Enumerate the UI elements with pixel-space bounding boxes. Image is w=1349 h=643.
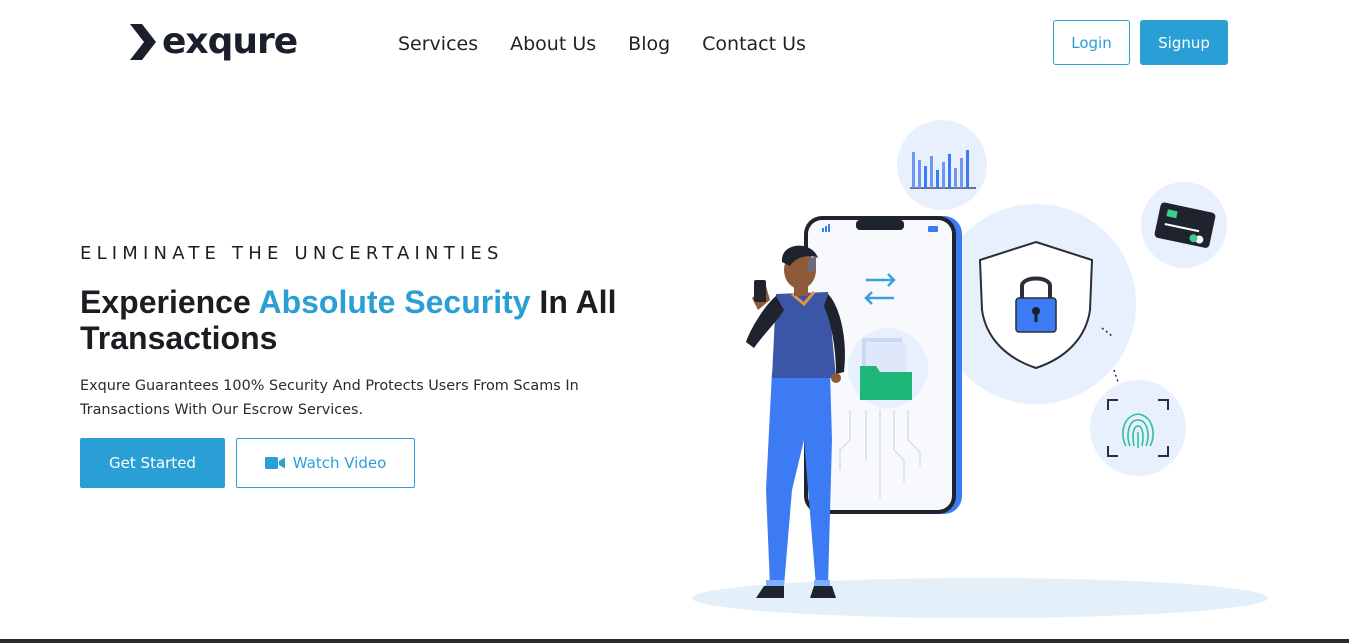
get-started-button[interactable]: Get Started bbox=[80, 438, 225, 488]
chevron-right-icon bbox=[130, 24, 156, 60]
brand-name: exqure bbox=[162, 21, 298, 62]
credit-card-icon bbox=[1141, 182, 1227, 268]
brand-logo[interactable]: exqure bbox=[128, 20, 298, 64]
fingerprint-icon bbox=[1090, 380, 1186, 476]
folder-icon bbox=[860, 338, 912, 400]
security-illustration bbox=[692, 120, 1268, 618]
bar-chart-icon bbox=[897, 120, 987, 210]
watch-video-label: Watch Video bbox=[292, 454, 387, 472]
person-illustration bbox=[746, 245, 846, 598]
nav-item-contact-us[interactable]: Contact Us bbox=[702, 30, 806, 58]
watch-video-button[interactable]: Watch Video bbox=[236, 438, 415, 488]
hero-headline: Experience Absolute Security In All Tran… bbox=[80, 284, 640, 356]
headline-part-1: Experience bbox=[80, 284, 259, 320]
site-header: exqure Services About Us Blog Contact Us… bbox=[0, 0, 1349, 88]
landing-page: exqure Services About Us Blog Contact Us… bbox=[0, 0, 1349, 643]
headline-accent: Absolute Security bbox=[258, 284, 531, 320]
shield-lock-icon bbox=[936, 204, 1136, 404]
nav-item-services[interactable]: Services bbox=[398, 30, 478, 58]
signup-button[interactable]: Signup bbox=[1140, 20, 1228, 65]
nav-item-about-us[interactable]: About Us bbox=[510, 30, 596, 58]
main-nav: Services About Us Blog Contact Us bbox=[398, 30, 806, 58]
hero-description: Exqure Guarantees 100% Security And Prot… bbox=[80, 378, 579, 418]
video-camera-icon bbox=[264, 457, 285, 469]
login-button[interactable]: Login bbox=[1053, 20, 1130, 65]
bottom-border bbox=[0, 639, 1349, 643]
hero-eyebrow: ELIMINATE THE UNCERTAINTIES bbox=[80, 243, 504, 264]
nav-item-blog[interactable]: Blog bbox=[628, 30, 670, 58]
